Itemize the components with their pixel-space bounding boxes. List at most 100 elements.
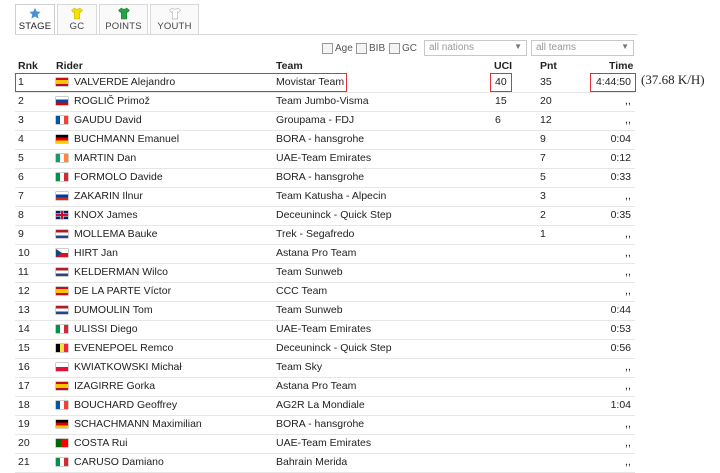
rider-link[interactable]: IZAGIRRE Gorka (74, 380, 155, 392)
team-link[interactable]: AG2R La Mondiale (276, 399, 365, 411)
rider-link[interactable]: MOLLEMA Bauke (74, 228, 157, 240)
country-flag-icon (56, 382, 68, 390)
flag-pt-icon (56, 439, 68, 447)
average-speed-note: (37.68 K/H) (641, 72, 705, 87)
team-link[interactable]: Team Katusha - Alpecin (276, 190, 386, 202)
table-row[interactable]: 8 KNOX James Deceuninck - Quick Step 2 0:35 (15, 206, 635, 226)
table-row[interactable]: 10 HIRT Jan Astana Pro Team,, (15, 244, 635, 264)
rider-link[interactable]: BOUCHARD Geoffrey (74, 399, 177, 411)
rider-link[interactable]: DE LA PARTE Víctor (74, 285, 171, 297)
team-link[interactable]: BORA - hansgrohe (276, 418, 364, 430)
team-link[interactable]: UAE-Team Emirates (276, 437, 371, 449)
team-link[interactable]: UAE-Team Emirates (276, 323, 371, 335)
age-checkbox[interactable]: Age (322, 43, 353, 54)
flag-es-icon (56, 382, 68, 390)
tab-stage[interactable]: STAGE (15, 4, 55, 34)
country-flag-icon (56, 97, 68, 105)
rider-link[interactable]: GAUDU David (74, 114, 142, 126)
rider-link[interactable]: FORMOLO Davide (74, 171, 163, 183)
time-cell: ,, (624, 266, 631, 278)
tab-youth[interactable]: YOUTH (150, 4, 199, 34)
rider-link[interactable]: KNOX James (74, 209, 138, 221)
rank-cell: 18 (18, 399, 30, 411)
table-row[interactable]: 9 MOLLEMA Bauke Trek - Segafredo 1,, (15, 225, 635, 245)
rider-link[interactable]: EVENEPOEL Remco (74, 342, 173, 354)
table-row[interactable]: 19 SCHACHMANN Maximilian BORA - hansgrohe,… (15, 415, 635, 435)
table-row[interactable]: 11 KELDERMAN Wilco Team Sunweb,, (15, 263, 635, 283)
team-link[interactable]: Deceuninck - Quick Step (276, 209, 392, 221)
table-row[interactable]: 2 ROGLIČ Primož Team Jumbo-Visma 15 20,, (15, 92, 635, 112)
nations-select[interactable]: all nations ▼ (424, 40, 527, 56)
country-flag-icon (56, 306, 68, 314)
chevron-down-icon: ▼ (621, 42, 629, 51)
rider-link[interactable]: KWIATKOWSKI Michał (74, 361, 182, 373)
team-link[interactable]: Astana Pro Team (276, 247, 356, 259)
flag-nl-icon (56, 306, 68, 314)
rider-link[interactable]: MARTIN Dan (74, 152, 136, 164)
rank-cell: 11 (18, 266, 29, 278)
team-link[interactable]: UAE-Team Emirates (276, 152, 371, 164)
rider-link[interactable]: KELDERMAN Wilco (74, 266, 168, 278)
table-row[interactable]: 13 DUMOULIN Tom Team Sunweb 0:44 (15, 301, 635, 321)
rider-link[interactable]: ULISSI Diego (74, 323, 138, 335)
rider-link[interactable]: CARUSO Damiano (74, 456, 164, 468)
checkbox-box[interactable] (356, 43, 367, 54)
winner-highlight-box (15, 73, 347, 92)
rank-cell: 10 (18, 247, 30, 259)
team-link[interactable]: Groupama - FDJ (276, 114, 354, 126)
green-jersey-icon (117, 7, 130, 20)
table-row[interactable]: 3 GAUDU David Groupama - FDJ 6 12,, (15, 111, 635, 131)
team-link[interactable]: Deceuninck - Quick Step (276, 342, 392, 354)
team-link[interactable]: BORA - hansgrohe (276, 171, 364, 183)
table-row[interactable]: 21 CARUSO Damiano Bahrain Merida,, (15, 453, 635, 473)
time-cell: 0:12 (610, 152, 631, 164)
team-link[interactable]: Bahrain Merida (276, 456, 347, 468)
rider-link[interactable]: COSTA Rui (74, 437, 127, 449)
time-cell: ,, (624, 247, 631, 259)
bib-checkbox[interactable]: BIB (356, 43, 385, 54)
checkbox-box[interactable] (322, 43, 333, 54)
flag-si-icon (56, 97, 68, 105)
team-link[interactable]: Team Sky (276, 361, 322, 373)
team-link[interactable]: Trek - Segafredo (276, 228, 354, 240)
team-link[interactable]: Team Sunweb (276, 304, 343, 316)
country-flag-icon (56, 173, 68, 181)
table-row[interactable]: 6 FORMOLO Davide BORA - hansgrohe 5 0:33 (15, 168, 635, 188)
time-cell: 0:56 (610, 342, 631, 354)
rider-link[interactable]: DUMOULIN Tom (74, 304, 153, 316)
team-link[interactable]: CCC Team (276, 285, 327, 297)
country-flag-icon (56, 230, 68, 238)
time-cell: 0:44 (610, 304, 631, 316)
points-cell: 3 (540, 190, 546, 202)
table-row[interactable]: 17 IZAGIRRE Gorka Astana Pro Team,, (15, 377, 635, 397)
rider-link[interactable]: ZAKARIN Ilnur (74, 190, 143, 202)
table-row[interactable]: 15 EVENEPOEL Remco Deceuninck - Quick Step… (15, 339, 635, 359)
table-row[interactable]: 12 DE LA PARTE Víctor CCC Team,, (15, 282, 635, 302)
table-row[interactable]: 5 MARTIN Dan UAE-Team Emirates 7 0:12 (15, 149, 635, 169)
points-cell: 12 (540, 114, 552, 126)
team-link[interactable]: Astana Pro Team (276, 380, 356, 392)
table-row[interactable]: 18 BOUCHARD Geoffrey AG2R La Mondiale 1:04 (15, 396, 635, 416)
time-cell: 0:04 (610, 133, 631, 145)
teams-select-value: all teams (536, 42, 577, 53)
gc-checkbox[interactable]: GC (389, 43, 417, 54)
tab-points[interactable]: POINTS (99, 4, 148, 34)
table-row[interactable]: 20 COSTA Rui UAE-Team Emirates,, (15, 434, 635, 454)
rider-link[interactable]: BUCHMANN Emanuel (74, 133, 179, 145)
checkbox-box[interactable] (389, 43, 400, 54)
team-link[interactable]: Team Sunweb (276, 266, 343, 278)
table-row[interactable]: 4 BUCHMANN Emanuel BORA - hansgrohe 9 0:04 (15, 130, 635, 150)
rider-link[interactable]: HIRT Jan (74, 247, 118, 259)
rider-link[interactable]: SCHACHMANN Maximilian (74, 418, 202, 430)
table-row[interactable]: 7 ZAKARIN Ilnur Team Katusha - Alpecin 3,, (15, 187, 635, 207)
flag-nl-icon (56, 230, 68, 238)
team-link[interactable]: Team Jumbo-Visma (276, 95, 369, 107)
teams-select[interactable]: all teams ▼ (531, 40, 634, 56)
table-row[interactable]: 16 KWIATKOWSKI Michał Team Sky,, (15, 358, 635, 378)
team-link[interactable]: BORA - hansgrohe (276, 133, 364, 145)
tab-label: YOUTH (157, 21, 192, 32)
table-row[interactable]: 14 ULISSI Diego UAE-Team Emirates 0:53 (15, 320, 635, 340)
rider-link[interactable]: ROGLIČ Primož (74, 95, 150, 107)
flag-de-icon (56, 135, 68, 143)
tab-gc[interactable]: GC (57, 4, 97, 34)
